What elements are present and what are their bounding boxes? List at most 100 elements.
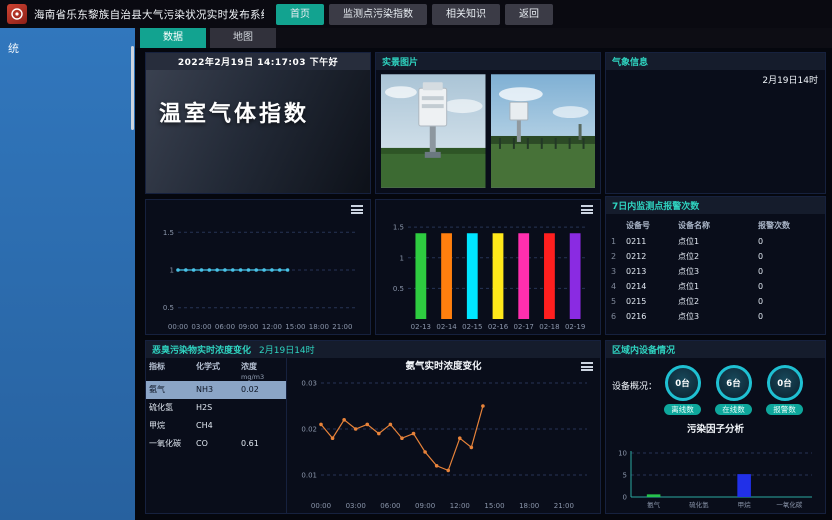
nav-back[interactable]: 返回 [505,4,553,25]
devices-panel: 区域内设备情况 设备概况： 0台 离线数 6台 在线数 0台 报警数 污染因子分… [605,340,826,514]
online-ring: 6台 [716,365,752,401]
tab-strip: 数据 地图 [135,28,832,48]
pollutant-name: 一氧化碳 [149,435,196,453]
nav-monitor-index[interactable]: 监测点污染指数 [329,4,427,25]
greenhouse-index-line-chart: 0.511.500:0003:0006:0009:0012:0015:0018:… [148,213,368,332]
svg-text:硫化氢: 硫化氢 [689,500,709,509]
svg-text:0.03: 0.03 [301,380,317,388]
chart-menu-icon[interactable] [581,205,593,214]
nav-home[interactable]: 首页 [276,4,324,25]
alarm-count: 0 [758,294,820,309]
svg-text:15:00: 15:00 [285,323,305,331]
alarm-stat: 0台 报警数 [759,365,810,415]
alarm-row: 5 0215 点位2 0 [611,294,820,309]
site-photo-2 [491,74,596,188]
svg-text:1: 1 [170,267,174,275]
pollutant-name: 氨气 [149,381,196,399]
pollutant-name: 甲烷 [149,417,196,435]
device-id: 0214 [626,279,678,294]
svg-text:氨气: 氨气 [647,500,661,509]
weather-timestamp: 2月19日14时 [762,73,818,86]
device-name: 点位2 [678,249,758,264]
svg-text:03:00: 03:00 [346,502,366,510]
svg-text:02-19: 02-19 [565,323,585,331]
ammonia-line-chart: 0.010.020.0300:0003:0006:0009:0012:0015:… [287,375,597,511]
devices-panel-title: 区域内设备情况 [612,343,675,356]
alarm-count: 0 [758,279,820,294]
greenhouse-hero: 温室气体指数 [146,70,370,193]
sidebar-item[interactable]: 统 [0,28,135,56]
svg-text:10: 10 [618,450,627,458]
weather-panel: 气象信息 2月19日14时 [605,52,826,194]
device-name: 点位2 [678,294,758,309]
svg-text:09:00: 09:00 [415,502,435,510]
col-device-name: 设备名称 [678,217,758,234]
svg-text:1.5: 1.5 [393,224,404,232]
app-title: 海南省乐东黎族自治县大气污染状况实时发布系统 [34,7,264,22]
odor-table-header: 指标 化学式 浓度 mg/m3 [146,360,286,381]
alarm-count: 0 [758,264,820,279]
svg-text:00:00: 00:00 [311,502,331,510]
tab-data[interactable]: 数据 [140,28,206,48]
col-alarm-count: 报警次数 [758,217,820,234]
svg-text:02-16: 02-16 [488,323,509,331]
device-id: 0212 [626,249,678,264]
svg-text:12:00: 12:00 [262,323,282,331]
alarm-row: 6 0216 点位3 0 [611,309,820,324]
svg-text:12:00: 12:00 [450,502,470,510]
pollutant-value: 0.61 [241,435,287,453]
svg-text:1: 1 [400,254,404,262]
top-bar: 海南省乐东黎族自治县大气污染状况实时发布系统 首页 监测点污染指数 相关知识 返… [0,0,832,28]
svg-text:18:00: 18:00 [309,323,329,331]
odor-row-ch4[interactable]: 甲烷 CH4 [146,417,286,435]
odor-panel-title: 恶臭污染物实时浓度变化 [152,343,251,356]
sidebar-scrollbar[interactable] [131,46,134,130]
odor-row-ammonia[interactable]: 氨气 NH3 0.02 [146,381,286,399]
chart-menu-icon[interactable] [351,205,363,214]
svg-text:5: 5 [623,472,627,480]
alarm-panel-title: 7日内监测点报警次数 [612,199,699,212]
app-logo-icon [7,4,27,24]
pollutant-value: 0.02 [241,381,287,399]
svg-text:0: 0 [623,494,627,502]
col-indicator: 指标 [149,362,196,382]
photos-panel-title: 实景图片 [382,55,418,68]
device-name: 点位1 [678,234,758,249]
svg-text:06:00: 06:00 [380,502,400,510]
device-id: 0215 [626,294,678,309]
svg-text:15:00: 15:00 [484,502,504,510]
chart-menu-icon[interactable] [581,362,593,371]
svg-text:02-18: 02-18 [539,323,559,331]
svg-text:0.5: 0.5 [163,304,174,312]
nav-knowledge[interactable]: 相关知识 [432,4,500,25]
offline-ring: 0台 [665,365,701,401]
dashboard-root: { "app": { "title": "海南省乐东黎族自治县大气污染状况实时发… [0,0,832,520]
odor-row-co[interactable]: 一氧化碳 CO 0.61 [146,435,286,453]
alarm-row: 1 0211 点位1 0 [611,234,820,249]
offline-label: 离线数 [664,404,701,415]
svg-text:一氧化碳: 一氧化碳 [776,500,803,509]
daily-index-bar-chart: 0.511.502-1302-1402-1502-1602-1702-1802-… [378,213,598,332]
weather-panel-title: 气象信息 [612,55,648,68]
alarm-table-header: 设备号 设备名称 报警次数 [611,217,820,234]
alarm-count: 0 [758,309,820,324]
device-id: 0213 [626,264,678,279]
svg-text:0.02: 0.02 [301,426,317,434]
alarm-label: 报警数 [766,404,803,415]
alarm-row: 3 0213 点位3 0 [611,264,820,279]
svg-text:21:00: 21:00 [332,323,352,331]
svg-text:1.5: 1.5 [163,229,174,237]
svg-text:00:00: 00:00 [168,323,188,331]
tab-map[interactable]: 地图 [210,28,276,48]
col-formula: 化学式 [196,362,241,382]
site-photo-1 [381,74,486,188]
daily-index-panel: 0.511.502-1302-1402-1502-1602-1702-1802-… [375,199,601,335]
device-name: 点位1 [678,279,758,294]
online-stat: 6台 在线数 [708,365,759,415]
device-id: 0211 [626,234,678,249]
pollution-factor-bar-chart: 0510氨气硫化氢甲烷一氧化碳 [609,445,822,510]
svg-text:02-15: 02-15 [462,323,482,331]
odor-row-h2s[interactable]: 硫化氢 H2S [146,399,286,417]
pollutant-formula: H2S [196,399,241,417]
pollutant-formula: NH3 [196,381,241,399]
